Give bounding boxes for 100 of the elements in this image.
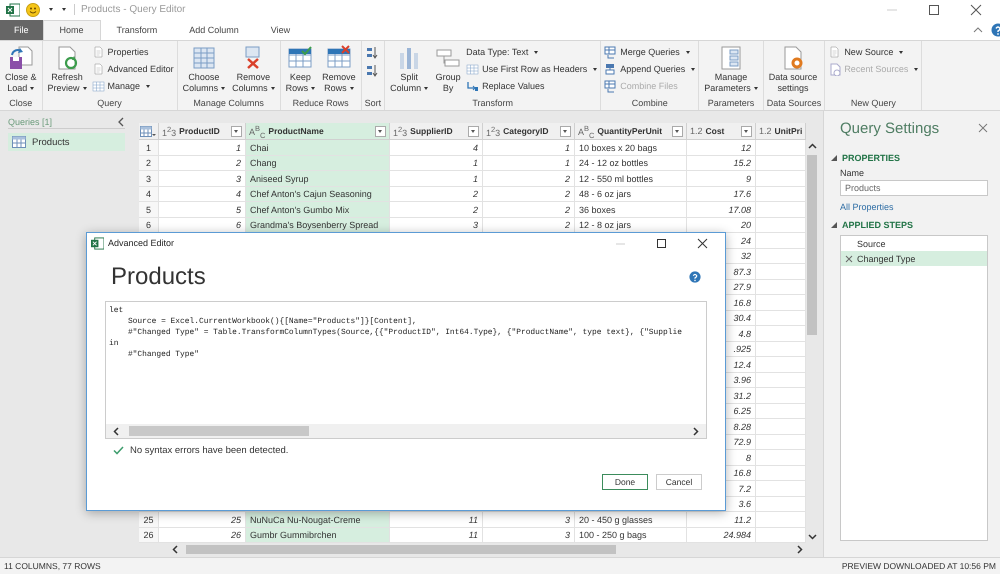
ribbon-button[interactable]: Advanced Editor (92, 62, 174, 77)
type-label[interactable]: 1$^{2}$3 (486, 124, 500, 138)
table-cell: 16.8 (733, 298, 751, 308)
ribbon-button[interactable]: Refresh Preview (46, 44, 89, 98)
type-label[interactable]: 1.2 (758, 126, 772, 136)
table-cell: .925 (733, 344, 751, 354)
applied-step[interactable]: Source (840, 236, 987, 252)
applied-step[interactable]: Changed Type (840, 251, 987, 266)
excel-icon[interactable] (6, 2, 20, 17)
caret-icon (221, 86, 226, 90)
type-label[interactable]: 1$^{2}$3 (392, 124, 408, 138)
ribbon-button[interactable]: Merge Queries (604, 44, 696, 60)
ribbon-tab[interactable]: View (254, 20, 306, 40)
caret-icon (691, 68, 696, 71)
table-cell: 15.2 (686, 156, 756, 172)
ribbon-tab[interactable]: Home (42, 20, 101, 40)
table-cell: 5 (158, 202, 246, 218)
sort-ascending-button[interactable] (364, 44, 378, 61)
table-menu-icon[interactable] (140, 126, 156, 137)
ribbon-button[interactable]: New Source (828, 44, 918, 60)
column-header[interactable]: A$^{B}$$_{C}$ ProductName (246, 123, 390, 140)
column-header[interactable]: 1$^{2}$3 ProductID (158, 123, 246, 140)
filter-button[interactable] (468, 126, 479, 137)
column-header[interactable]: 1$^{2}$3 CategoryID (482, 123, 575, 140)
document-icon (92, 46, 105, 59)
filter-button[interactable] (374, 126, 386, 137)
ribbon-button[interactable]: Replace Values (466, 78, 598, 94)
table-cell: 17.6 (686, 186, 756, 202)
table-cell: 2 (482, 186, 575, 202)
table-cell: 72.9 (733, 437, 751, 448)
caret-icon (593, 68, 598, 71)
maximize-icon[interactable] (928, 4, 940, 16)
save-icon (8, 44, 34, 71)
ribbon-button[interactable]: Data Type: Text (466, 44, 598, 60)
ribbon-button[interactable]: Keep Rows (284, 44, 318, 98)
table-cell: 1 (158, 140, 246, 156)
scrollbar-thumb[interactable] (807, 155, 818, 336)
ribbon-button[interactable]: Manage Parameters (702, 44, 760, 98)
ribbon-button[interactable]: Choose Columns (180, 44, 228, 98)
table-cell: 1 (482, 156, 575, 172)
maximize-icon[interactable] (656, 238, 667, 248)
filter-button[interactable] (672, 126, 683, 137)
ribbon-button[interactable]: Remove Rows (320, 44, 358, 98)
collapse-icon[interactable] (116, 117, 125, 128)
query-item[interactable]: Products (8, 133, 125, 152)
help-icon[interactable] (689, 271, 701, 283)
ribbon-button[interactable]: Append Queries (604, 62, 696, 77)
scrollbar-thumb[interactable] (186, 545, 616, 554)
caret-icon (350, 86, 354, 90)
document-clock-icon (828, 62, 842, 76)
customize-icon[interactable] (62, 8, 66, 12)
table-cell: 3.96 (733, 375, 751, 386)
column-header[interactable]: A$^{B}$$_{C}$ QuantityPerUnit (574, 123, 687, 140)
ribbon-button[interactable]: Split Column (388, 44, 430, 98)
table-cell: 1 (482, 140, 575, 156)
caret-icon[interactable] (49, 8, 53, 12)
table-cell: 24 (740, 236, 751, 246)
smiley-icon[interactable] (26, 2, 40, 17)
append-icon (604, 62, 618, 76)
column-header[interactable]: 1.2 Cost (686, 123, 756, 140)
table-cell: 2 (482, 171, 575, 187)
filter-button[interactable] (560, 126, 571, 137)
all-properties-link[interactable]: All Properties (840, 202, 988, 212)
collapse-ribbon-icon[interactable] (973, 26, 983, 34)
column-header[interactable]: 1$^{2}$3 SupplierID (390, 123, 483, 140)
collapse-section-icon[interactable] (830, 155, 837, 162)
table-cell: Aniseed Syrup (246, 171, 390, 187)
done-button[interactable]: Done (602, 474, 648, 490)
ribbon-button[interactable]: Close & Load (3, 44, 39, 98)
name-field[interactable]: Products (840, 180, 988, 196)
query-heading: Products (111, 263, 206, 291)
ribbon-button[interactable]: Properties (92, 44, 174, 60)
ribbon-tab[interactable]: Transform (100, 20, 174, 40)
ribbon-tab[interactable]: Add Column (173, 20, 255, 40)
type-label[interactable]: 1$^{2}$3 (162, 124, 176, 138)
group-label: Reduce Rows (292, 98, 350, 108)
table-cell: 12 - 550 ml bottles (574, 171, 687, 187)
cancel-button[interactable]: Cancel (656, 474, 702, 490)
sort-descending-button[interactable] (364, 62, 378, 79)
ribbon-button[interactable]: Manage (92, 78, 174, 94)
delete-icon[interactable] (844, 254, 853, 263)
row-number: 5 (138, 202, 159, 218)
close-icon[interactable] (970, 4, 982, 16)
close-icon[interactable] (697, 238, 708, 248)
ribbon-tab[interactable]: File (0, 20, 43, 40)
table-cell: 25 (158, 512, 246, 528)
collapse-section-icon[interactable] (830, 222, 837, 228)
table-icon (92, 80, 105, 93)
ribbon-button[interactable]: Group By (433, 44, 464, 98)
table-cell: 2 (390, 186, 483, 202)
table-cell: Chef Anton's Cajun Seasoning (246, 186, 390, 202)
filter-button[interactable] (230, 126, 242, 137)
ribbon-button[interactable]: Remove Columns (230, 44, 277, 98)
table-icon (190, 44, 217, 71)
ribbon-button[interactable]: Data source settings (766, 44, 820, 98)
scrollbar-thumb[interactable] (129, 426, 309, 436)
type-label[interactable]: 1.2 (690, 126, 702, 136)
filter-button[interactable] (740, 126, 752, 137)
ribbon-button[interactable]: Use First Row as Headers (466, 62, 598, 77)
column-header[interactable]: 1.2 UnitPri (756, 123, 806, 140)
